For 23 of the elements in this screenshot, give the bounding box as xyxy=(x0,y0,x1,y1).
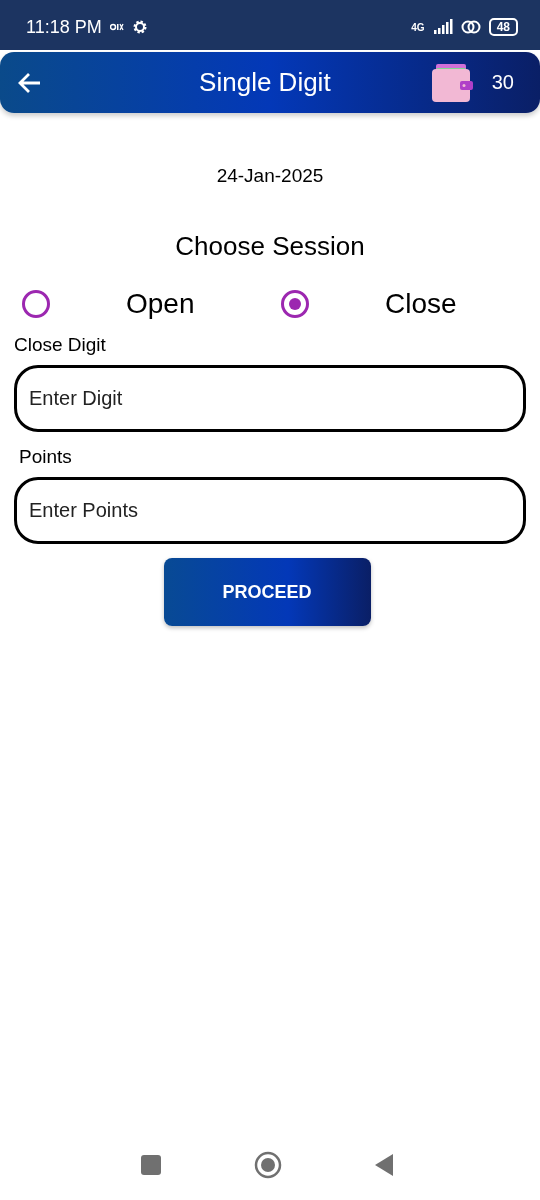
status-time: 11:18 PM xyxy=(26,16,102,38)
session-title: Choose Session xyxy=(174,231,366,262)
settings-icon xyxy=(131,19,148,35)
signal-icon xyxy=(432,19,453,35)
network-type: 4G xyxy=(411,21,425,33)
recents-icon[interactable] xyxy=(140,1154,162,1176)
back-icon[interactable] xyxy=(374,1153,394,1177)
radio-button[interactable] xyxy=(281,290,309,318)
radio-label[interactable]: Open xyxy=(126,288,195,320)
page-title: Single Digit xyxy=(198,67,332,98)
field-label: Points xyxy=(18,446,73,468)
link-icon xyxy=(460,19,481,35)
back-arrow-icon[interactable] xyxy=(18,71,42,94)
field-label: Close Digit xyxy=(14,334,107,356)
input-field[interactable]: Enter Points xyxy=(14,477,526,544)
battery-indicator: 48 xyxy=(488,18,518,36)
date-text: 24-Jan-2025 xyxy=(215,165,325,187)
input-field[interactable]: Enter Digit xyxy=(14,365,526,432)
proceed-button[interactable]: PROCEED xyxy=(163,558,371,626)
radio-label[interactable]: Close xyxy=(385,288,457,320)
home-icon[interactable] xyxy=(254,1151,282,1179)
wallet-balance: 30 xyxy=(491,71,514,94)
radio-button[interactable] xyxy=(22,290,50,318)
